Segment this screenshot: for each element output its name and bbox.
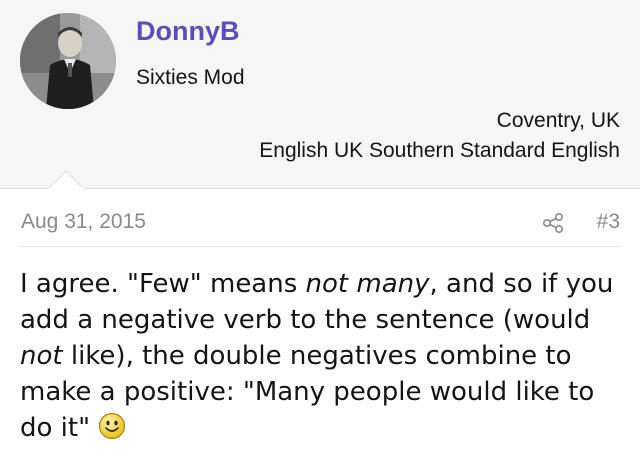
post-text-emphasis-1: not many — [305, 269, 430, 299]
user-avatar-photo-icon — [20, 13, 116, 109]
post-text-emphasis-2: not — [20, 341, 63, 371]
user-location: Coventry, UK — [496, 109, 620, 132]
post-number[interactable]: #3 — [597, 210, 620, 234]
post-text-1: I agree. "Few" means — [20, 269, 306, 299]
post-meta: Aug 31, 2015 #3 — [20, 206, 620, 247]
user-card: DonnyB Sixties Mod Coventry, UK English … — [0, 0, 640, 189]
smiley-icon — [98, 412, 126, 440]
user-language: English UK Southern Standard English — [259, 139, 620, 162]
message-pointer — [48, 170, 84, 189]
username[interactable]: DonnyB — [136, 16, 240, 47]
post-body: I agree. "Few" means not many, and so if… — [20, 266, 626, 446]
user-title: Sixties Mod — [136, 66, 245, 89]
avatar[interactable] — [20, 13, 116, 109]
share-icon[interactable] — [542, 212, 564, 234]
post-date[interactable]: Aug 31, 2015 — [21, 210, 146, 234]
